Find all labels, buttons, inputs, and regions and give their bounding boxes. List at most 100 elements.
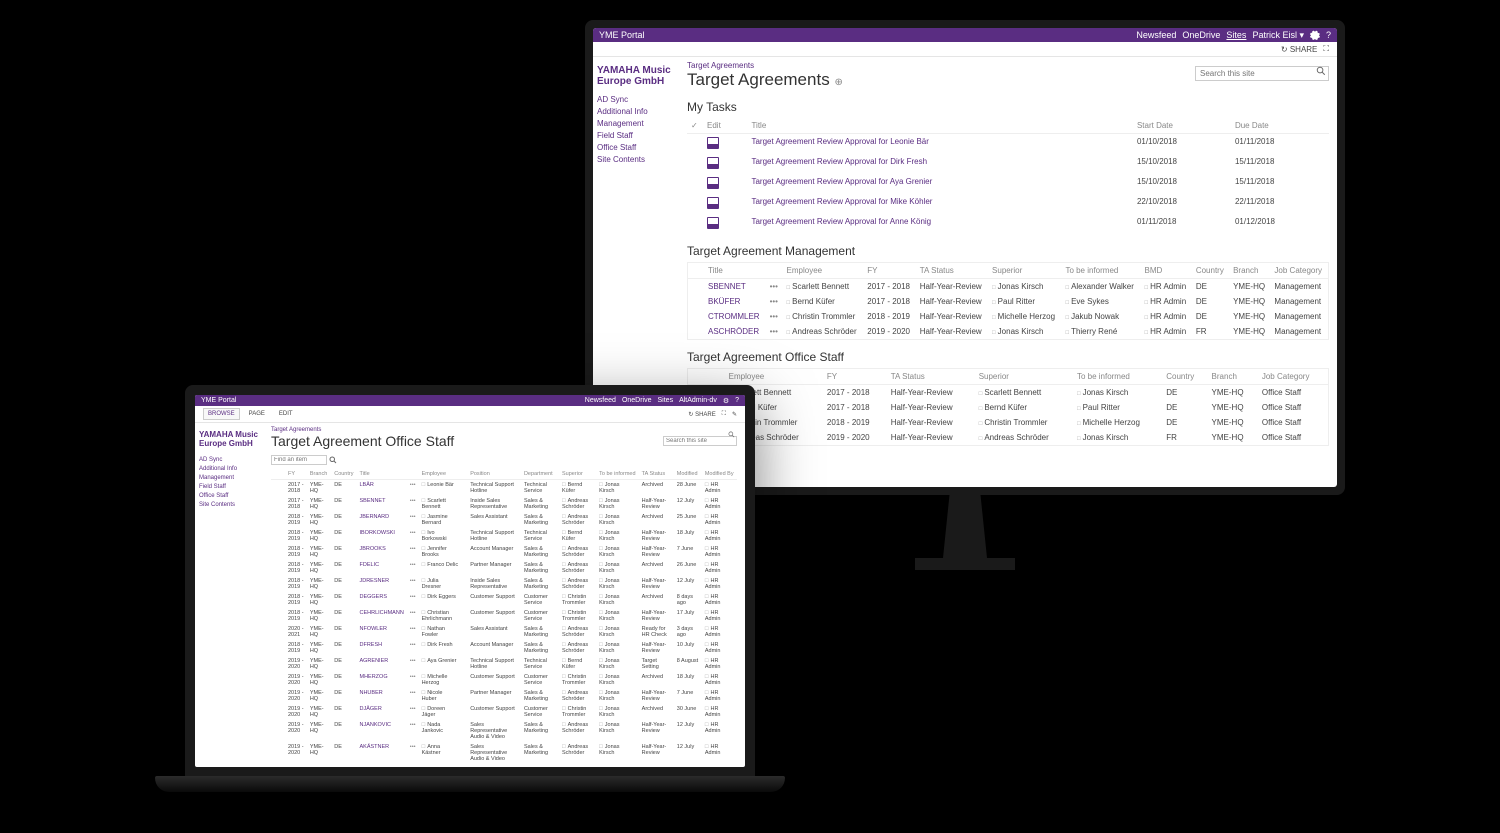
- table-row[interactable]: 2018 - 2019YME-HQDECEHRLICHMANN•••□Chris…: [271, 608, 737, 624]
- table-row[interactable]: 2018 - 2019YME-HQDEDEGGERS•••□Dirk Egger…: [271, 592, 737, 608]
- row-menu-icon[interactable]: •••: [410, 674, 416, 680]
- table-row[interactable]: 2019 - 2020YME-HQDEDJÄGER•••□Doreen Jäge…: [271, 704, 737, 720]
- share-button[interactable]: ↻ SHARE: [1281, 45, 1318, 54]
- link-newsfeed[interactable]: Newsfeed: [585, 397, 616, 404]
- table-row[interactable]: 2019 - 2020YME-HQDEAKÄSTNER•••□Anna Käst…: [271, 742, 737, 764]
- search-input[interactable]: [663, 436, 737, 446]
- table-row[interactable]: Target Agreement Review Approval for Leo…: [687, 134, 1329, 155]
- link-sites[interactable]: Sites: [658, 397, 674, 404]
- help-icon[interactable]: ?: [1326, 30, 1331, 40]
- table-row[interactable]: BKÜFER•••□Bernd Küfer2017 - 2018Half-Yea…: [688, 294, 1329, 309]
- row-menu-icon[interactable]: •••: [770, 297, 778, 306]
- table-row[interactable]: ASCHRÖDER•••□Andreas Schröder2019 - 2020…: [688, 324, 1329, 340]
- task-icon[interactable]: [707, 157, 719, 169]
- nav-item[interactable]: AD Sync: [597, 95, 675, 104]
- row-menu-icon[interactable]: •••: [410, 514, 416, 520]
- table-row[interactable]: •••□Bernd Küfer2017 - 2018Half-Year-Revi…: [688, 400, 1329, 415]
- table-row[interactable]: 2018 - 2019YME-HQDEJDRESNER•••□Julia Dre…: [271, 576, 737, 592]
- site-search[interactable]: [1195, 63, 1329, 81]
- table-row[interactable]: •••□Christin Trommler2018 - 2019Half-Yea…: [688, 415, 1329, 430]
- fullscreen-icon[interactable]: ⛶: [1323, 44, 1329, 54]
- row-menu-icon[interactable]: •••: [410, 642, 416, 648]
- row-menu-icon[interactable]: •••: [770, 282, 778, 291]
- table-row[interactable]: •••□Andreas Schröder2019 - 2020Half-Year…: [688, 430, 1329, 446]
- nav-item[interactable]: Management: [199, 475, 259, 481]
- row-menu-icon[interactable]: •••: [410, 706, 416, 712]
- table-row[interactable]: 2018 - 2019YME-HQDEJBROOKS•••□Jennifer B…: [271, 544, 737, 560]
- link-newsfeed[interactable]: Newsfeed: [1136, 30, 1176, 40]
- row-menu-icon[interactable]: •••: [410, 594, 416, 600]
- site-search[interactable]: [663, 429, 737, 447]
- row-menu-icon[interactable]: •••: [410, 546, 416, 552]
- user-menu[interactable]: AltAdmin-dv: [679, 397, 717, 404]
- table-row[interactable]: Target Agreement Review Approval for Mik…: [687, 194, 1329, 214]
- edit-icon[interactable]: ✎: [732, 411, 737, 418]
- task-link[interactable]: Target Agreement Review Approval for Leo…: [751, 137, 928, 146]
- gear-icon[interactable]: ⚙: [723, 397, 729, 405]
- row-menu-icon[interactable]: •••: [410, 722, 416, 728]
- task-icon[interactable]: [707, 177, 719, 189]
- table-row[interactable]: 2019 - 2020YME-HQDEAGRENIER•••□Aya Greni…: [271, 656, 737, 672]
- row-menu-icon[interactable]: •••: [410, 610, 416, 616]
- row-menu-icon[interactable]: •••: [410, 578, 416, 584]
- table-row[interactable]: 2018 - 2019YME-HQDEFDELIC•••□Franco Deli…: [271, 560, 737, 576]
- nav-item[interactable]: Additional Info: [597, 107, 675, 116]
- row-menu-icon[interactable]: •••: [410, 498, 416, 504]
- link-sites[interactable]: Sites: [1226, 30, 1246, 40]
- nav-item[interactable]: Office Staff: [199, 493, 259, 499]
- nav-item[interactable]: Additional Info: [199, 466, 259, 472]
- table-row[interactable]: Target Agreement Review Approval for Aya…: [687, 174, 1329, 194]
- link-onedrive[interactable]: OneDrive: [622, 397, 652, 404]
- user-menu[interactable]: Patrick Eisl ▾: [1252, 30, 1304, 41]
- gear-icon[interactable]: [1310, 30, 1320, 41]
- table-row[interactable]: SBENNET•••□Scarlett Bennett2017 - 2018Ha…: [688, 279, 1329, 295]
- task-link[interactable]: Target Agreement Review Approval for Mik…: [751, 197, 932, 206]
- nav-item[interactable]: Site Contents: [597, 155, 675, 164]
- row-menu-icon[interactable]: •••: [410, 744, 416, 750]
- table-row[interactable]: •••□Scarlett Bennett2017 - 2018Half-Year…: [688, 385, 1329, 401]
- row-menu-icon[interactable]: •••: [410, 530, 416, 536]
- row-menu-icon[interactable]: •••: [410, 690, 416, 696]
- search-icon[interactable]: [1316, 66, 1326, 76]
- table-row[interactable]: 2017 - 2018YME-HQDESBENNET•••□Scarlett B…: [271, 496, 737, 512]
- tab-browse[interactable]: BROWSE: [203, 408, 240, 420]
- help-icon[interactable]: ?: [735, 397, 739, 404]
- table-row[interactable]: CTROMMLER•••□Christin Trommler2018 - 201…: [688, 309, 1329, 324]
- nav-item[interactable]: Management: [597, 119, 675, 128]
- find-item-input[interactable]: [271, 455, 327, 465]
- task-link[interactable]: Target Agreement Review Approval for Dir…: [751, 157, 927, 166]
- table-row[interactable]: 2017 - 2018YME-HQDELBÄR•••□Leonie BärTec…: [271, 480, 737, 497]
- tab-edit[interactable]: EDIT: [274, 408, 298, 420]
- task-icon[interactable]: [707, 137, 719, 149]
- row-menu-icon[interactable]: •••: [770, 312, 778, 321]
- table-row[interactable]: 2019 - 2020YME-HQDEMHERZOG•••□Michelle H…: [271, 672, 737, 688]
- table-row[interactable]: 2019 - 2020YME-HQDENHUBER•••□Nicole Hube…: [271, 688, 737, 704]
- table-row[interactable]: Target Agreement Review Approval for Ann…: [687, 214, 1329, 234]
- task-icon[interactable]: [707, 197, 719, 209]
- table-row[interactable]: 2018 - 2019YME-HQDEIBORKOWSKI•••□Ivo Bor…: [271, 528, 737, 544]
- table-row[interactable]: 2019 - 2020YME-HQDENJANKOVIC•••□Nada Jan…: [271, 720, 737, 742]
- row-menu-icon[interactable]: •••: [410, 562, 416, 568]
- nav-item[interactable]: Site Contents: [199, 502, 259, 508]
- row-menu-icon[interactable]: •••: [410, 658, 416, 664]
- row-menu-icon[interactable]: •••: [410, 626, 416, 632]
- nav-item[interactable]: Field Staff: [597, 131, 675, 140]
- table-row[interactable]: 2018 - 2019YME-HQDEDFRESH•••□Dirk FreshA…: [271, 640, 737, 656]
- tab-page[interactable]: PAGE: [244, 408, 270, 420]
- search-input[interactable]: [1195, 66, 1329, 81]
- table-row[interactable]: Target Agreement Review Approval for Dir…: [687, 154, 1329, 174]
- task-icon[interactable]: [707, 217, 719, 229]
- new-item-icon[interactable]: ⊕: [834, 77, 842, 88]
- fullscreen-icon[interactable]: ⛶: [722, 411, 726, 418]
- task-link[interactable]: Target Agreement Review Approval for Ann…: [751, 217, 931, 226]
- nav-item[interactable]: AD Sync: [199, 457, 259, 463]
- search-icon[interactable]: [329, 456, 337, 464]
- link-onedrive[interactable]: OneDrive: [1182, 30, 1220, 40]
- nav-item[interactable]: Office Staff: [597, 143, 675, 152]
- nav-item[interactable]: Field Staff: [199, 484, 259, 490]
- search-icon[interactable]: [728, 431, 735, 438]
- row-menu-icon[interactable]: •••: [410, 482, 416, 488]
- row-menu-icon[interactable]: •••: [770, 327, 778, 336]
- table-row[interactable]: 2020 - 2021YME-HQDENFOWLER•••□Nathan Fow…: [271, 624, 737, 640]
- task-link[interactable]: Target Agreement Review Approval for Aya…: [751, 177, 932, 186]
